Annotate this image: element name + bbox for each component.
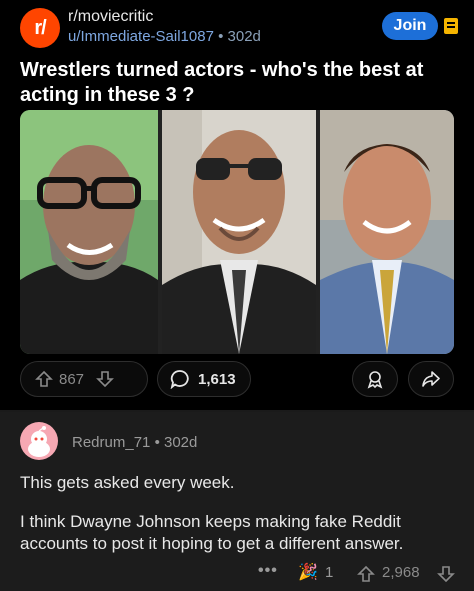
comment-card: Redrum_71 • 302d This gets asked every w… <box>0 412 474 591</box>
post-upvote-count: 867 <box>59 370 85 388</box>
photo-left <box>20 110 158 354</box>
arrow-up-icon[interactable] <box>35 370 53 388</box>
award-icon[interactable] <box>444 18 458 34</box>
vote-bar: 867 <box>20 361 148 397</box>
award-ribbon-icon <box>367 371 383 389</box>
post-age: 302d <box>227 28 261 45</box>
post-image[interactable] <box>20 110 454 354</box>
share-button[interactable] <box>408 361 454 397</box>
post-meta: u/Immediate-Sail1087 • 302d <box>68 28 261 45</box>
comment-count: 1,613 <box>198 370 236 388</box>
comment-actions: ••• 🎉 1 2,968 <box>0 562 474 586</box>
share-icon <box>422 371 440 387</box>
comment-icon <box>170 370 189 389</box>
comment-author[interactable]: Redrum_71 <box>72 434 150 451</box>
comments-button[interactable]: 1,613 <box>157 361 251 397</box>
snoo-avatar-icon <box>28 426 50 457</box>
comment-text-line-1: This gets asked every week. <box>20 473 235 492</box>
subreddit-icon[interactable]: r/ <box>20 8 60 48</box>
comment-meta: Redrum_71 • 302d <box>72 434 197 451</box>
award-button[interactable] <box>352 361 398 397</box>
photo-right <box>320 110 454 354</box>
subreddit-name[interactable]: r/moviecritic <box>68 8 153 26</box>
meta-separator: • <box>218 28 224 45</box>
arrow-down-icon[interactable] <box>96 370 114 388</box>
post-card: r/ r/moviecritic u/Immediate-Sail1087 • … <box>0 0 474 410</box>
photo-center <box>162 110 316 354</box>
comment-award-count: 1 <box>325 564 334 581</box>
more-options-icon[interactable]: ••• <box>258 562 278 580</box>
comment-text-line-2: I think Dwayne Johnson keeps making fake… <box>20 512 404 553</box>
join-button[interactable]: Join <box>382 12 438 40</box>
avatar[interactable] <box>20 422 58 460</box>
comment-age: 302d <box>164 434 198 451</box>
comment-score: 2,968 <box>382 564 420 581</box>
post-author[interactable]: u/Immediate-Sail1087 <box>68 28 214 45</box>
post-title[interactable]: Wrestlers turned actors - who's the best… <box>20 58 460 108</box>
party-award-icon[interactable]: 🎉 <box>298 562 318 582</box>
comment-meta-separator: • <box>154 434 160 451</box>
comment-arrow-down-icon[interactable] <box>437 565 455 583</box>
comment-arrow-up-icon[interactable] <box>357 565 375 583</box>
